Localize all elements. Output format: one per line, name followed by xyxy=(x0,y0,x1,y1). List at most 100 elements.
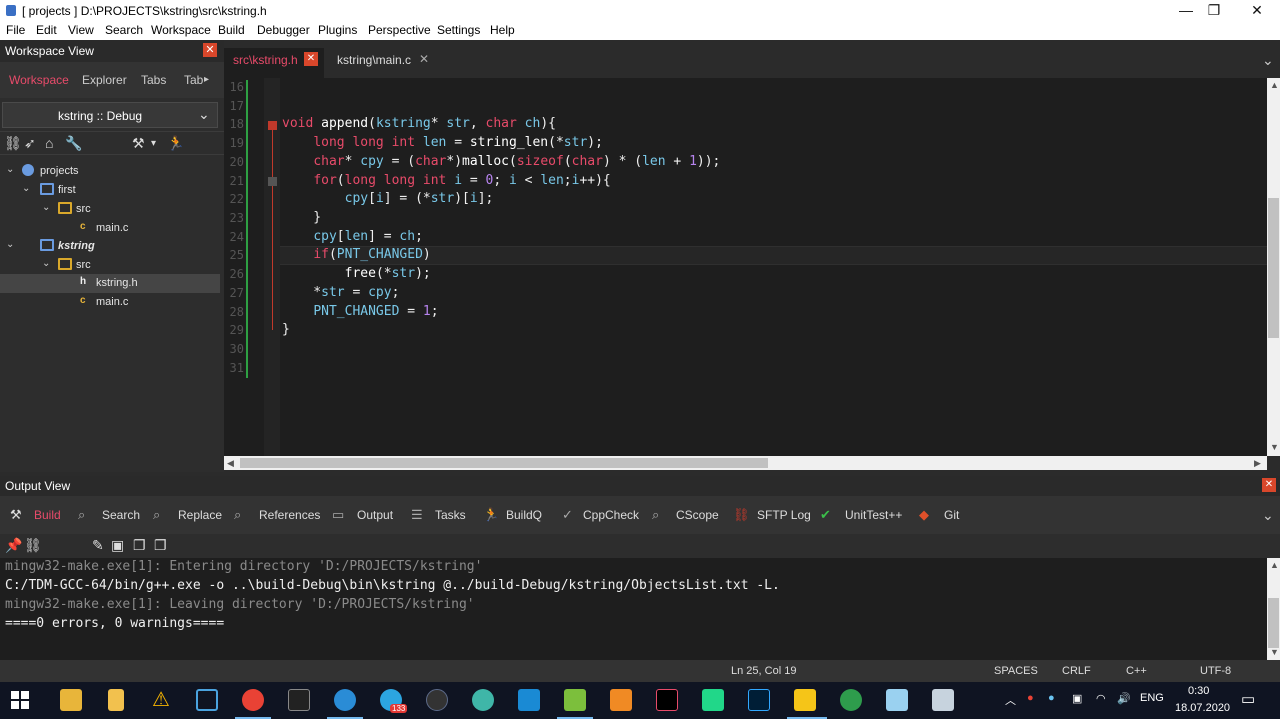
fold-toggle-icon[interactable] xyxy=(268,121,277,130)
settings-icon[interactable]: 🔧 xyxy=(65,135,82,152)
tray-app-icon[interactable]: ● xyxy=(1027,692,1034,704)
scroll-thumb[interactable] xyxy=(1268,198,1279,338)
scroll-right-icon[interactable]: ▶ xyxy=(1254,458,1261,469)
link-icon[interactable]: ⛓ xyxy=(24,537,42,554)
close-tab-button[interactable]: ✕ xyxy=(419,52,429,66)
tab-tasks[interactable]: ☰ Tasks xyxy=(403,496,473,534)
tab-explorer[interactable]: Explorer xyxy=(82,73,127,87)
file-explorer-icon[interactable] xyxy=(60,689,82,711)
clear-icon[interactable]: ✎ xyxy=(92,537,104,554)
menu-settings[interactable]: Settings xyxy=(437,23,480,37)
intellij-icon[interactable] xyxy=(656,689,678,711)
build-hammer-icon[interactable]: ⚒ xyxy=(132,135,145,152)
tab-cppcheck[interactable]: ✓ CppCheck xyxy=(553,496,646,534)
chevron-down-icon[interactable]: ▾ xyxy=(151,138,156,149)
archive-icon[interactable] xyxy=(108,689,124,711)
editor-horizontal-scrollbar[interactable]: ◀ ▶ xyxy=(224,456,1267,470)
tree-item-first[interactable]: ⌄ first xyxy=(0,181,220,200)
cursor-position[interactable]: Ln 25, Col 19 xyxy=(731,665,796,677)
tab-buildq[interactable]: 🏃 BuildQ xyxy=(473,496,553,534)
tray-chevron-icon[interactable]: ︿ xyxy=(1005,692,1016,708)
close-output-button[interactable]: ✕ xyxy=(1262,478,1276,492)
codelite-icon[interactable] xyxy=(794,689,816,711)
fold-toggle-icon[interactable] xyxy=(268,177,277,186)
tree-item-src[interactable]: ⌄ src xyxy=(0,200,220,219)
scroll-up-icon[interactable]: ▲ xyxy=(1270,560,1279,570)
close-window-button[interactable]: ✕ xyxy=(1234,0,1280,21)
scroll-down-icon[interactable]: ▼ xyxy=(1270,442,1279,452)
menu-view[interactable]: View xyxy=(68,23,94,37)
tree-item-projects[interactable]: ⌄ projects xyxy=(0,162,220,181)
code-editor[interactable]: 16 17 18 19 20 21 22 23 24 25 26 27 28 2… xyxy=(224,78,1267,456)
home-icon[interactable]: ⌂ xyxy=(45,135,53,151)
menu-plugins[interactable]: Plugins xyxy=(318,23,357,37)
tab-tabs[interactable]: Tabs xyxy=(141,73,166,87)
file-encoding[interactable]: UTF-8 xyxy=(1200,665,1231,677)
output-vertical-scrollbar[interactable]: ▲ ▼ xyxy=(1267,558,1280,660)
paste-icon[interactable]: ❐ xyxy=(154,537,167,554)
tab-git[interactable]: ◆ Git xyxy=(912,496,972,534)
editor-vertical-scrollbar[interactable]: ▲ ▼ xyxy=(1267,78,1280,456)
clock-time[interactable]: 0:30 xyxy=(1188,685,1209,697)
network-app-icon[interactable] xyxy=(840,689,862,711)
indent-mode[interactable]: SPACES xyxy=(994,665,1038,677)
scroll-thumb[interactable] xyxy=(1268,598,1279,648)
line-endings[interactable]: CRLF xyxy=(1062,665,1091,677)
tray-app-icon[interactable]: ▣ xyxy=(1072,692,1082,705)
tree-item-kstring[interactable]: ⌄ kstring xyxy=(0,237,220,256)
menu-workspace[interactable]: Workspace xyxy=(151,23,211,37)
tree-item-main-c[interactable]: c main.c xyxy=(0,219,220,238)
pin-icon[interactable]: 📌 xyxy=(5,537,22,554)
build-config-select[interactable]: kstring :: Debug ⌄ xyxy=(2,102,218,128)
copy-icon[interactable]: ❐ xyxy=(133,537,146,554)
tree-item-main-c[interactable]: c main.c xyxy=(0,293,220,312)
nox-icon[interactable] xyxy=(426,689,448,711)
tree-item-kstring-h[interactable]: h kstring.h xyxy=(0,274,220,293)
menu-file[interactable]: File xyxy=(6,23,25,37)
photoshop-icon[interactable] xyxy=(748,689,770,711)
notifications-icon[interactable]: ▭ xyxy=(1241,690,1255,708)
tree-item-src[interactable]: ⌄ src xyxy=(0,256,220,275)
scroll-left-icon[interactable]: ◀ xyxy=(227,458,234,469)
menu-build[interactable]: Build xyxy=(218,23,245,37)
sublime-icon[interactable] xyxy=(610,689,632,711)
volume-icon[interactable]: 🔊 xyxy=(1117,692,1131,705)
tab-cscope[interactable]: ⌕ CScope xyxy=(646,496,724,534)
editor-tab-kstring-h[interactable]: src\kstring.h ✕ xyxy=(224,48,324,78)
tab-sftp-log[interactable]: ⛓ SFTP Log xyxy=(724,496,814,534)
app-icon[interactable] xyxy=(472,689,494,711)
tray-app-icon[interactable]: ● xyxy=(1048,692,1055,704)
tab-tab[interactable]: Tab xyxy=(184,73,203,87)
menu-debugger[interactable]: Debugger xyxy=(257,23,310,37)
run-icon[interactable]: 🏃 xyxy=(167,135,184,152)
tab-build[interactable]: ⚒ Build xyxy=(0,496,70,534)
browser-icon[interactable] xyxy=(334,689,356,711)
menu-help[interactable]: Help xyxy=(490,23,515,37)
tab-references[interactable]: ⌕ References xyxy=(225,496,325,534)
tab-list-chevron-icon[interactable]: ⌄ xyxy=(1262,52,1274,69)
tab-unittest[interactable]: ✔ UnitTest++ xyxy=(814,496,912,534)
maximize-button[interactable]: ❐ xyxy=(1191,0,1237,21)
language-mode[interactable]: C++ xyxy=(1126,665,1147,677)
alert-app-icon[interactable]: ⚠ xyxy=(150,689,172,711)
tabs-overflow-icon[interactable]: ▸ xyxy=(204,74,209,85)
tab-output[interactable]: ▭ Output xyxy=(325,496,403,534)
tab-replace[interactable]: ⌕ Replace xyxy=(145,496,225,534)
scroll-up-icon[interactable]: ▲ xyxy=(1270,80,1279,90)
windows-start-icon[interactable] xyxy=(11,691,29,709)
notepad-icon[interactable] xyxy=(564,689,586,711)
language-indicator[interactable]: ENG xyxy=(1140,692,1164,704)
tab-list-chevron-icon[interactable]: ⌄ xyxy=(1262,507,1274,524)
build-output-text[interactable]: mingw32-make.exe[1]: Entering directory … xyxy=(0,558,1267,660)
app-icon[interactable] xyxy=(932,689,954,711)
editor-app-icon[interactable] xyxy=(196,689,218,711)
goto-icon[interactable]: ➶ xyxy=(24,135,36,152)
clock-date[interactable]: 18.07.2020 xyxy=(1175,702,1230,714)
scroll-down-icon[interactable]: ▼ xyxy=(1270,647,1279,657)
editor-tab-main-c[interactable]: kstring\main.c ✕ xyxy=(324,48,436,78)
close-workspace-button[interactable]: ✕ xyxy=(203,43,217,57)
link-editor-icon[interactable]: ⛓ xyxy=(4,135,22,152)
menu-perspective[interactable]: Perspective xyxy=(368,23,431,37)
terminal-icon[interactable] xyxy=(288,689,310,711)
tab-search[interactable]: ⌕ Search xyxy=(70,496,145,534)
